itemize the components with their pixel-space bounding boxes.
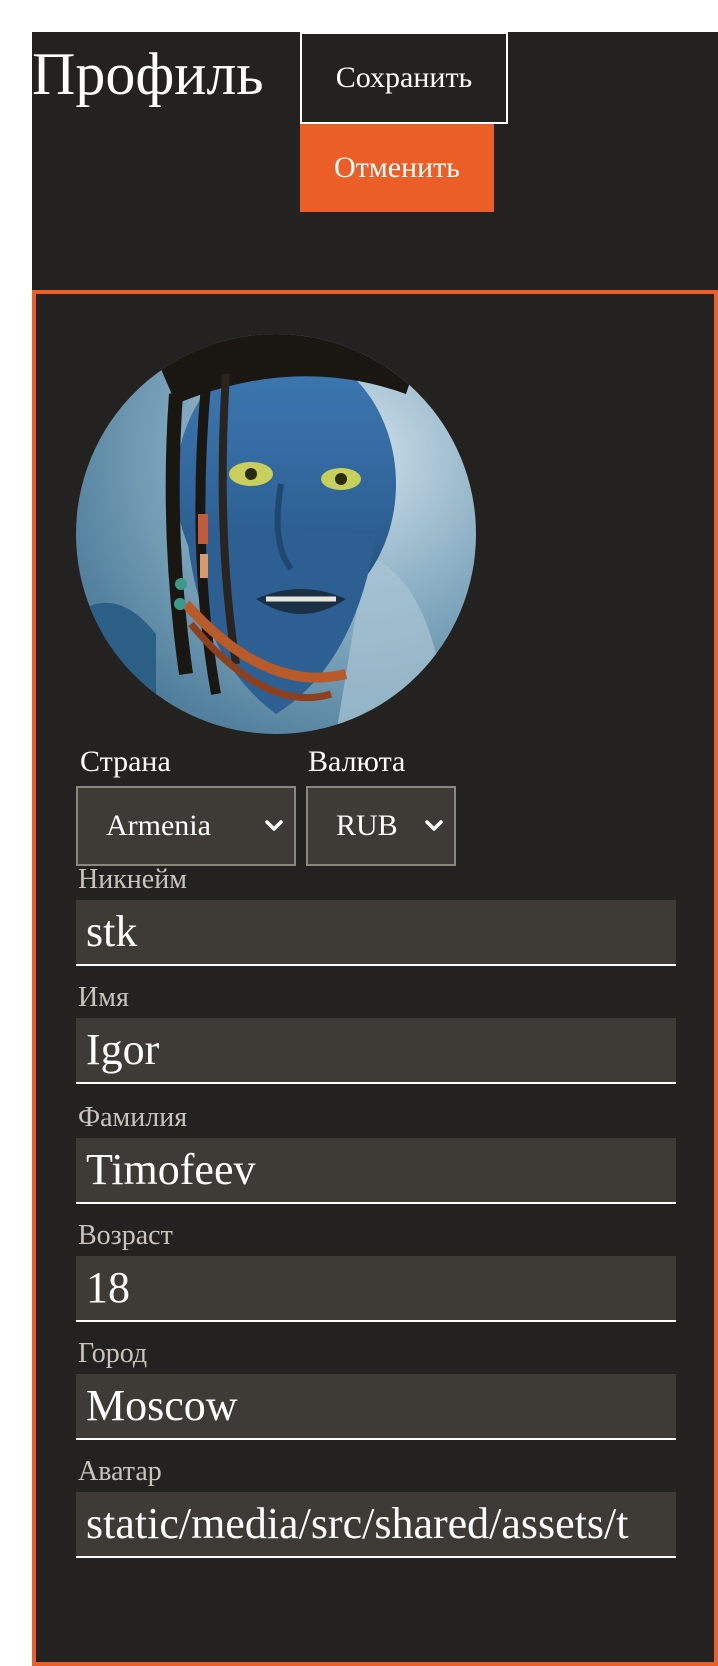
first-name-label: Имя bbox=[78, 982, 129, 1013]
first-name-input[interactable]: Igor bbox=[76, 1018, 676, 1084]
profile-header: Профиль Сохранить Отменить bbox=[32, 32, 718, 290]
last-name-input[interactable]: Timofeev bbox=[76, 1138, 676, 1204]
age-input[interactable]: 18 bbox=[76, 1256, 676, 1322]
age-label: Возраст bbox=[78, 1220, 173, 1251]
currency-value: RUB bbox=[336, 809, 398, 842]
country-label: Страна bbox=[80, 745, 171, 778]
city-input[interactable]: Moscow bbox=[76, 1374, 676, 1440]
avatar-image bbox=[76, 334, 476, 734]
nickname-input[interactable]: stk bbox=[76, 900, 676, 966]
profile-card: Страна Armenia Валюта RUB Никнейм stk Им… bbox=[32, 290, 718, 1666]
last-name-label: Фамилия bbox=[78, 1102, 188, 1133]
page-title: Профиль bbox=[32, 41, 264, 107]
avatar bbox=[76, 334, 476, 734]
avatar-url-label: Аватар bbox=[78, 1456, 162, 1487]
cancel-button[interactable]: Отменить bbox=[300, 124, 494, 212]
save-button[interactable]: Сохранить bbox=[300, 32, 508, 124]
city-label: Город bbox=[78, 1338, 148, 1369]
country-value: Armenia bbox=[106, 809, 211, 842]
chevron-down-icon bbox=[265, 820, 283, 831]
chevron-down-icon bbox=[425, 820, 443, 831]
app-root: Профиль Сохранить Отменить Страна Armeni… bbox=[32, 32, 718, 1666]
avatar-url-input[interactable]: static/media/src/shared/assets/t bbox=[76, 1492, 676, 1558]
currency-select[interactable]: RUB bbox=[306, 786, 456, 866]
currency-label: Валюта bbox=[308, 745, 406, 778]
nickname-label: Никнейм bbox=[78, 864, 187, 895]
country-select[interactable]: Armenia bbox=[76, 786, 296, 866]
